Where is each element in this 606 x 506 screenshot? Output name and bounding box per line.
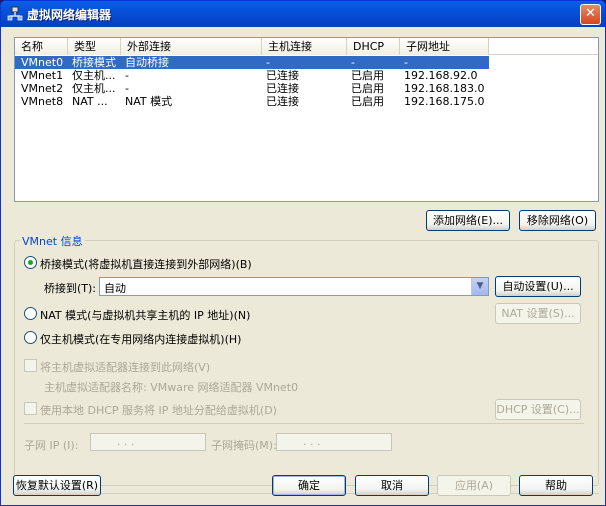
info-divider	[24, 423, 584, 424]
cell-dhcp: 已启用	[351, 69, 384, 82]
subnet-mask-field[interactable]: . . .	[276, 433, 392, 451]
cell-type: 仅主机...	[72, 69, 116, 82]
close-button[interactable]: ✕	[580, 4, 601, 25]
column-header-name[interactable]: 名称	[15, 38, 68, 55]
bridge-to-select[interactable]: 自动 ▼	[99, 277, 489, 296]
cell-name: VMnet0	[21, 56, 64, 69]
cell-dhcp: -	[351, 56, 355, 69]
connect-adapter-checkbox[interactable]	[24, 359, 37, 372]
hostonly-radio[interactable]	[24, 331, 37, 344]
table-row[interactable]: VMnet2 仅主机... - 已连接 已启用 192.168.183.0	[15, 82, 489, 95]
nat-radio[interactable]	[24, 307, 37, 320]
cell-dhcp: 已启用	[351, 95, 384, 108]
cell-external: 自动桥接	[125, 56, 169, 69]
subnet-ip-field[interactable]: . . .	[90, 433, 206, 451]
cell-dhcp: 已启用	[351, 82, 384, 95]
table-row[interactable]: VMnet8 NAT ... NAT 模式 已连接 已启用 192.168.17…	[15, 95, 489, 108]
use-dhcp-checkbox[interactable]	[24, 402, 37, 415]
table-row[interactable]: VMnet1 仅主机... - 已连接 已启用 192.168.92.0	[15, 69, 489, 82]
use-dhcp-label[interactable]: 使用本地 DHCP 服务将 IP 地址分配给虚拟机(D)	[40, 402, 277, 418]
cell-name: VMnet2	[21, 82, 64, 95]
ok-button[interactable]: 确定	[272, 475, 346, 496]
vmnet-info-title: VMnet 信息	[20, 233, 85, 249]
cell-subnet: 192.168.183.0	[404, 82, 485, 95]
window-title: 虚拟网络编辑器	[27, 8, 112, 22]
virtual-network-editor-window: 虚拟网络编辑器 ✕ 名称 类型 外部连接 主机连接 DHCP 子网地址 VMne…	[0, 0, 606, 506]
close-icon: ✕	[585, 6, 596, 21]
column-header-external[interactable]: 外部连接	[121, 38, 262, 55]
table-row[interactable]: VMnet0 桥接模式 自动桥接 - - -	[15, 56, 489, 69]
cell-external: -	[125, 82, 129, 95]
apply-button[interactable]: 应用(A)	[437, 475, 511, 496]
bridge-radio-label[interactable]: 桥接模式(将虚拟机直接连接到外部网络)(B)	[40, 256, 252, 272]
column-header-type[interactable]: 类型	[68, 38, 121, 55]
nat-settings-button[interactable]: NAT 设置(S)...	[495, 303, 581, 324]
dialog-client: 名称 类型 外部连接 主机连接 DHCP 子网地址 VMnet0 桥接模式 自动…	[4, 27, 602, 504]
subnet-mask-label: 子网掩码(M):	[211, 439, 277, 452]
remove-network-button[interactable]: 移除网络(O)	[519, 210, 596, 231]
cell-subnet: -	[404, 56, 408, 69]
subnet-ip-label: 子网 IP (I):	[24, 439, 79, 452]
bridge-to-label: 桥接到(T):	[44, 282, 97, 295]
title-bar: 虚拟网络编辑器 ✕	[1, 1, 605, 27]
cell-host: 已连接	[266, 95, 299, 108]
cell-host: -	[266, 56, 270, 69]
dhcp-settings-button[interactable]: DHCP 设置(C)...	[495, 399, 581, 420]
column-header-host[interactable]: 主机连接	[262, 38, 347, 55]
connect-adapter-label[interactable]: 将主机虚拟适配器连接到此网络(V)	[40, 359, 210, 375]
cancel-button[interactable]: 取消	[355, 475, 429, 496]
cell-external: NAT 模式	[125, 95, 173, 108]
cell-host: 已连接	[266, 82, 299, 95]
adapter-name-text: 主机虚拟适配器名称: VMware 网络适配器 VMnet0	[44, 381, 299, 394]
nat-radio-label[interactable]: NAT 模式(与虚拟机共享主机的 IP 地址)(N)	[40, 307, 250, 323]
cell-type: 仅主机...	[72, 82, 116, 95]
cell-type: 桥接模式	[72, 56, 116, 69]
network-list[interactable]: 名称 类型 外部连接 主机连接 DHCP 子网地址 VMnet0 桥接模式 自动…	[14, 37, 599, 202]
chevron-down-icon[interactable]: ▼	[471, 278, 488, 295]
cell-name: VMnet8	[21, 95, 64, 108]
help-button[interactable]: 帮助	[519, 475, 593, 496]
auto-settings-button[interactable]: 自动设置(U)...	[495, 276, 581, 297]
cell-name: VMnet1	[21, 69, 64, 82]
network-icon	[7, 6, 23, 21]
hostonly-radio-label[interactable]: 仅主机模式(在专用网络内连接虚拟机)(H)	[40, 331, 241, 347]
cell-subnet: 192.168.175.0	[404, 95, 485, 108]
restore-defaults-button[interactable]: 恢复默认设置(R)	[13, 475, 101, 496]
cell-host: 已连接	[266, 69, 299, 82]
bridge-to-value: 自动	[104, 282, 126, 295]
cell-subnet: 192.168.92.0	[404, 69, 478, 82]
list-header: 名称 类型 外部连接 主机连接 DHCP 子网地址	[15, 38, 598, 55]
bridge-radio[interactable]	[24, 256, 37, 269]
cell-external: -	[125, 69, 129, 82]
cell-type: NAT ...	[72, 95, 108, 108]
column-header-subnet[interactable]: 子网地址	[400, 38, 489, 55]
column-header-dhcp[interactable]: DHCP	[347, 38, 400, 55]
add-network-button[interactable]: 添加网络(E)...	[426, 210, 510, 231]
